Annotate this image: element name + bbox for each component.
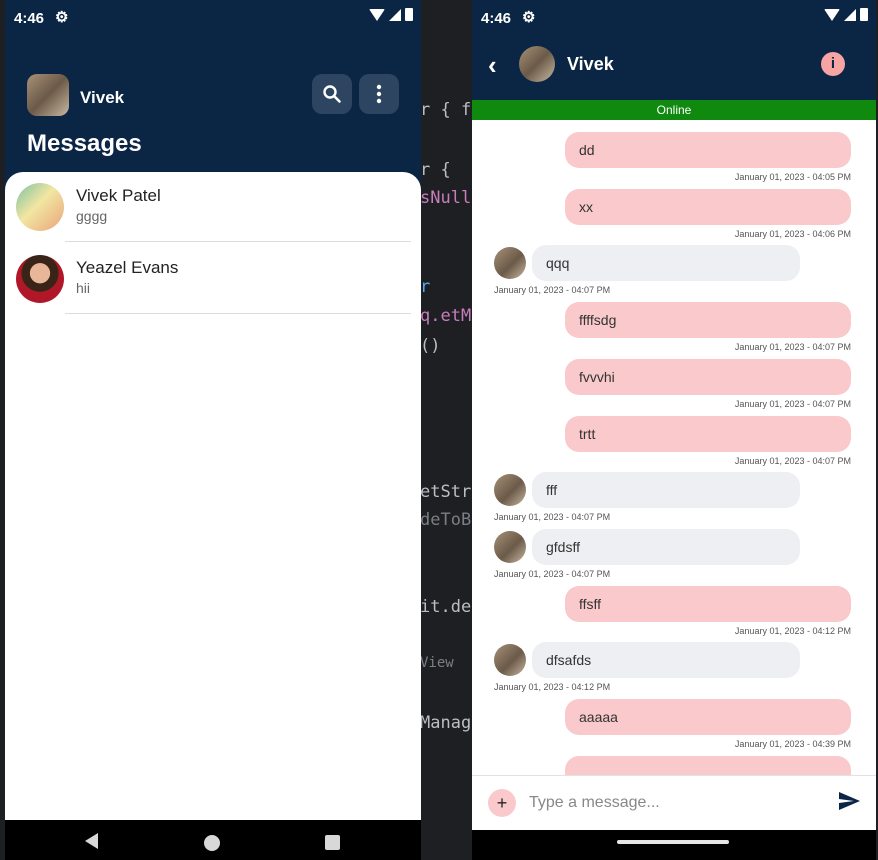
message-timestamp: January 01, 2023 - 04:07 PM	[734, 456, 851, 466]
settings-gear-icon: ⚙	[522, 9, 536, 26]
messages-list-screen: 4:46 ⚙ Vivek Messages Vivek Patel gggg Y…	[5, 0, 421, 860]
code-line: r { f	[420, 100, 472, 120]
code-line: View	[420, 655, 454, 671]
incoming-message-bubble[interactable]: dfsafds	[532, 642, 800, 678]
code-line: r {	[420, 160, 451, 180]
status-time: 4:46	[481, 10, 512, 27]
outgoing-message-bubble[interactable]: ffffsdg	[565, 302, 851, 338]
message-timestamp: January 01, 2023 - 04:07 PM	[734, 399, 851, 409]
last-message: hii	[76, 280, 91, 296]
sender-avatar	[494, 247, 526, 279]
wifi-icon	[369, 8, 385, 21]
message-timestamp: January 01, 2023 - 04:07 PM	[494, 512, 611, 522]
incoming-message-bubble[interactable]: gfdsff	[532, 529, 800, 565]
chat-screen: 4:46 ⚙ ‹ Vivek i Online dd January 01, 20…	[472, 0, 876, 860]
search-button[interactable]	[312, 74, 352, 114]
sender-avatar	[494, 644, 526, 676]
message-timestamp: January 01, 2023 - 04:07 PM	[494, 285, 611, 295]
outgoing-message-bubble[interactable]: dd	[565, 132, 851, 168]
system-navigation-bar	[5, 820, 421, 860]
message-timestamp: January 01, 2023 - 04:12 PM	[734, 626, 851, 636]
recents-icon[interactable]	[325, 835, 340, 850]
sender-avatar	[494, 474, 526, 506]
battery-icon	[860, 8, 868, 21]
divider	[65, 313, 411, 314]
more-options-button[interactable]	[359, 74, 399, 114]
back-icon[interactable]	[85, 833, 98, 849]
settings-gear-icon: ⚙	[55, 9, 69, 26]
divider	[65, 241, 411, 242]
outgoing-message-bubble[interactable]: trtt	[565, 416, 851, 452]
sender-avatar	[494, 531, 526, 563]
battery-icon	[405, 8, 413, 21]
message-timestamp: January 01, 2023 - 04:07 PM	[494, 569, 611, 579]
back-chevron-icon[interactable]: ‹	[488, 50, 497, 81]
chat-header: ‹ Vivek i	[472, 40, 876, 100]
signal-icon	[389, 8, 401, 21]
contact-avatar	[16, 255, 64, 303]
contact-name: Vivek Patel	[76, 186, 161, 205]
message-timestamp: January 01, 2023 - 04:39 PM	[734, 739, 851, 749]
attach-plus-button[interactable]: +	[488, 789, 516, 817]
signal-icon	[844, 8, 856, 21]
more-vertical-icon	[376, 84, 382, 104]
outgoing-message-bubble	[565, 756, 851, 775]
code-line: q.etM	[420, 306, 472, 326]
wifi-icon	[824, 8, 840, 21]
code-line: r	[420, 277, 431, 297]
code-editor-background: r { f r { sNull r q.etM () etStr deToB i…	[420, 0, 472, 860]
code-line: etStr	[420, 482, 472, 502]
message-timestamp: January 01, 2023 - 04:05 PM	[734, 172, 851, 182]
home-icon[interactable]	[204, 835, 220, 851]
code-line: deToB	[420, 510, 472, 530]
contact-avatar	[16, 183, 64, 231]
code-line: sNull	[420, 188, 472, 208]
message-timestamp: January 01, 2023 - 04:06 PM	[734, 229, 851, 239]
gesture-navigation-bar	[472, 830, 876, 860]
code-line: Manag	[420, 713, 472, 733]
incoming-message-bubble[interactable]: fff	[532, 472, 800, 508]
code-line: ()	[420, 336, 441, 356]
status-icons	[824, 8, 868, 21]
last-message: gggg	[76, 208, 108, 224]
home-gesture-pill[interactable]	[617, 840, 729, 844]
outgoing-message-bubble[interactable]: fvvvhi	[565, 359, 851, 395]
online-status-bar: Online	[472, 100, 876, 120]
status-bar: 4:46 ⚙	[5, 0, 421, 36]
user-name: Vivek	[80, 88, 125, 107]
messages-header: Vivek Messages	[5, 70, 421, 170]
status-bar: 4:46 ⚙	[472, 0, 876, 36]
contact-avatar[interactable]	[519, 46, 555, 82]
code-line: it.de	[420, 597, 472, 617]
search-icon	[323, 85, 341, 103]
contact-name: Yeazel Evans	[76, 258, 179, 277]
contact-name: Vivek	[567, 54, 614, 74]
message-input[interactable]: Type a message...	[529, 794, 660, 812]
message-timestamp: January 01, 2023 - 04:12 PM	[494, 682, 611, 692]
incoming-message-bubble[interactable]: qqq	[532, 245, 800, 281]
message-composer: + Type a message...	[472, 775, 876, 830]
user-avatar[interactable]	[27, 74, 69, 116]
message-timestamp: January 01, 2023 - 04:07 PM	[734, 342, 851, 352]
conversation-list: Vivek Patel gggg Yeazel Evans hii	[5, 172, 421, 820]
info-icon[interactable]: i	[821, 52, 845, 76]
message-thread: dd January 01, 2023 - 04:05 PM xx January 0…	[472, 120, 876, 775]
conversation-item[interactable]: Vivek Patel gggg	[5, 172, 421, 242]
send-icon[interactable]	[837, 789, 861, 813]
status-icons	[369, 8, 413, 21]
screen: r { f r { sNull r q.etM () etStr deToB i…	[0, 0, 878, 860]
conversation-item[interactable]: Yeazel Evans hii	[5, 244, 421, 314]
page-title: Messages	[27, 130, 142, 157]
outgoing-message-bubble[interactable]: xx	[565, 189, 851, 225]
outgoing-message-bubble[interactable]: aaaaa	[565, 699, 851, 735]
status-time: 4:46	[14, 10, 45, 27]
outgoing-message-bubble[interactable]: ffsff	[565, 586, 851, 622]
